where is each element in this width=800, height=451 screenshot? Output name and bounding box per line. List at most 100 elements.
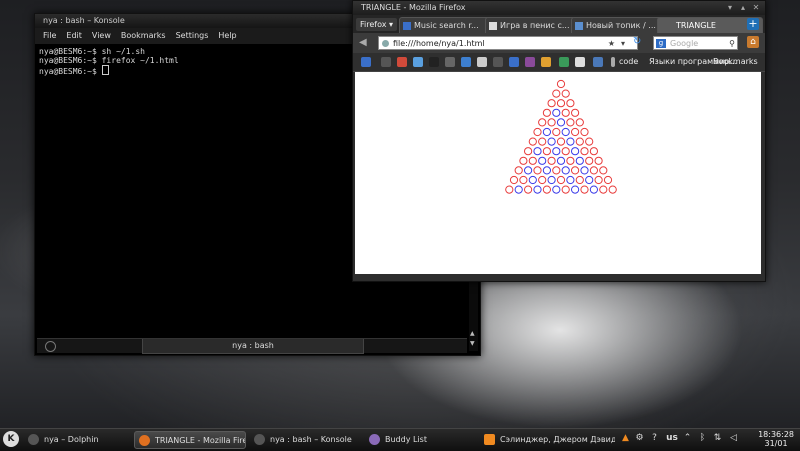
triangle-circle (599, 185, 608, 194)
close-icon[interactable]: ✕ (751, 3, 761, 13)
triangle-circle (566, 118, 575, 127)
network-icon[interactable]: ⇅ (712, 433, 723, 444)
browser-tab[interactable]: Игра в пенис с... ✕ (485, 17, 585, 34)
firefox-menu-button[interactable]: Firefox ▾ (356, 18, 398, 31)
search-placeholder: Google (670, 39, 699, 48)
triangle-circle (524, 166, 533, 175)
bookmark-icon[interactable] (361, 57, 371, 67)
task-vlc[interactable]: Сэлинджер, Джером Дэвид (480, 431, 615, 449)
expand-icon[interactable]: ⌃ (682, 433, 693, 444)
triangle-circle (533, 185, 542, 194)
clock[interactable]: 18:36:28 31/01 (758, 430, 794, 448)
vlc-tray-icon[interactable]: ▲ (620, 433, 631, 444)
bookmark-icon[interactable] (397, 57, 407, 67)
triangle-circle (575, 118, 584, 127)
firefox-titlebar[interactable]: TRIANGLE - Mozilla Firefox ▾ ▴ ✕ (353, 1, 765, 15)
konsole-tab[interactable]: nya : bash (142, 339, 364, 354)
bookmark-icon[interactable] (593, 57, 603, 67)
triangle-circle (542, 166, 551, 175)
triangle-circle (538, 118, 547, 127)
firefox-menu-label: Firefox (360, 20, 387, 29)
bookmark-icon[interactable] (493, 57, 503, 67)
scroll-up-icon[interactable]: ▲ (470, 330, 475, 337)
triangle-circle (519, 175, 528, 185)
triangle-circle (528, 175, 537, 185)
triangle-circle (514, 185, 523, 194)
bookmark-icon[interactable] (559, 57, 569, 67)
search-input[interactable]: g Google ⚲ (653, 36, 738, 50)
url-bar[interactable]: file:///home/nya/1.html ★ ▾ (378, 36, 638, 50)
help-icon[interactable]: ? (649, 433, 660, 444)
triangle-circle (547, 99, 556, 108)
triangle-circle (533, 147, 542, 156)
menu-settings[interactable]: Settings (176, 28, 209, 44)
back-icon[interactable]: ◀ (359, 36, 373, 50)
bookmark-icon[interactable] (541, 57, 551, 67)
firefox-icon (139, 435, 150, 446)
task-firefox[interactable]: TRIANGLE - Mozilla Firefox (134, 431, 246, 449)
triangle-circle (575, 137, 584, 146)
triangle-circle (594, 175, 603, 185)
triangle-circle (561, 166, 570, 175)
bookmark-icon[interactable] (461, 57, 471, 67)
chevron-down-icon[interactable]: ▾ (621, 37, 625, 51)
triangle-circle (538, 175, 547, 185)
triangle-circle (528, 137, 537, 146)
bookmark-icon[interactable] (413, 57, 423, 67)
task-konsole[interactable]: nya : bash – Konsole (250, 431, 360, 449)
menu-bookmarks[interactable]: Bookmarks (121, 28, 166, 44)
bookmark-icon[interactable] (611, 57, 615, 67)
triangle-circle (566, 99, 575, 108)
task-dolphin[interactable]: nya – Dolphin (24, 431, 134, 449)
task-label: Buddy List (385, 435, 427, 444)
tray-icon[interactable]: ⚙ (634, 433, 645, 444)
triangle-circle (509, 175, 519, 185)
bookmark-icon[interactable] (509, 57, 519, 67)
keyboard-layout[interactable]: us (665, 433, 679, 444)
kde-menu-icon[interactable]: K (3, 431, 19, 447)
triangle-circle (552, 108, 561, 117)
home-icon[interactable]: ⌂ (747, 36, 759, 48)
google-icon: g (656, 39, 666, 48)
triangle-circle (585, 156, 594, 165)
browser-tab[interactable]: Music search r... ✕ (399, 17, 499, 34)
triangle-circle (561, 185, 570, 194)
menu-help[interactable]: Help (218, 28, 236, 44)
new-tab-button[interactable]: + (747, 18, 759, 30)
new-tab-icon[interactable] (45, 341, 56, 352)
triangle-circle (594, 156, 603, 165)
volume-icon[interactable]: ◁ (728, 433, 739, 444)
play-icon (403, 22, 411, 30)
firefox-title: TRIANGLE - Mozilla Firefox (361, 3, 466, 12)
clock-time: 18:36:28 (758, 430, 794, 439)
bluetooth-icon[interactable]: ᛒ (697, 433, 708, 444)
triangle-circle (566, 175, 575, 185)
triangle-circle (547, 137, 556, 146)
bookmarks-menu[interactable]: Bookmarks (713, 53, 758, 71)
scroll-down-icon[interactable]: ▼ (470, 340, 475, 347)
minimize-icon[interactable]: ▾ (725, 3, 735, 13)
menu-file[interactable]: File (43, 28, 56, 44)
bookmark-code[interactable]: code (619, 53, 638, 71)
dolphin-icon (28, 434, 39, 445)
triangle-circle (580, 166, 589, 175)
bookmark-icon[interactable] (445, 57, 455, 67)
triangle-circle (552, 185, 561, 194)
search-icon[interactable]: ⚲ (729, 37, 735, 51)
bookmark-icon[interactable] (575, 57, 585, 67)
bookmark-icon[interactable] (477, 57, 487, 67)
maximize-icon[interactable]: ▴ (738, 3, 748, 13)
bookmark-icon[interactable] (429, 57, 439, 67)
reload-icon[interactable]: ↻ (633, 36, 641, 47)
pidgin-icon (369, 434, 380, 445)
menu-view[interactable]: View (92, 28, 111, 44)
menu-edit[interactable]: Edit (66, 28, 82, 44)
bookmark-icon[interactable] (525, 57, 535, 67)
task-pidgin[interactable]: Buddy List (365, 431, 475, 449)
bookmark-icon[interactable] (381, 57, 391, 67)
task-label: nya : bash – Konsole (270, 435, 352, 444)
firefox-window[interactable]: TRIANGLE - Mozilla Firefox ▾ ▴ ✕ Firefox… (352, 0, 766, 282)
browser-tab[interactable]: Новый топик / ... ✕ (571, 17, 671, 34)
star-icon[interactable]: ★ (608, 37, 615, 51)
triangle-circle (547, 118, 556, 127)
